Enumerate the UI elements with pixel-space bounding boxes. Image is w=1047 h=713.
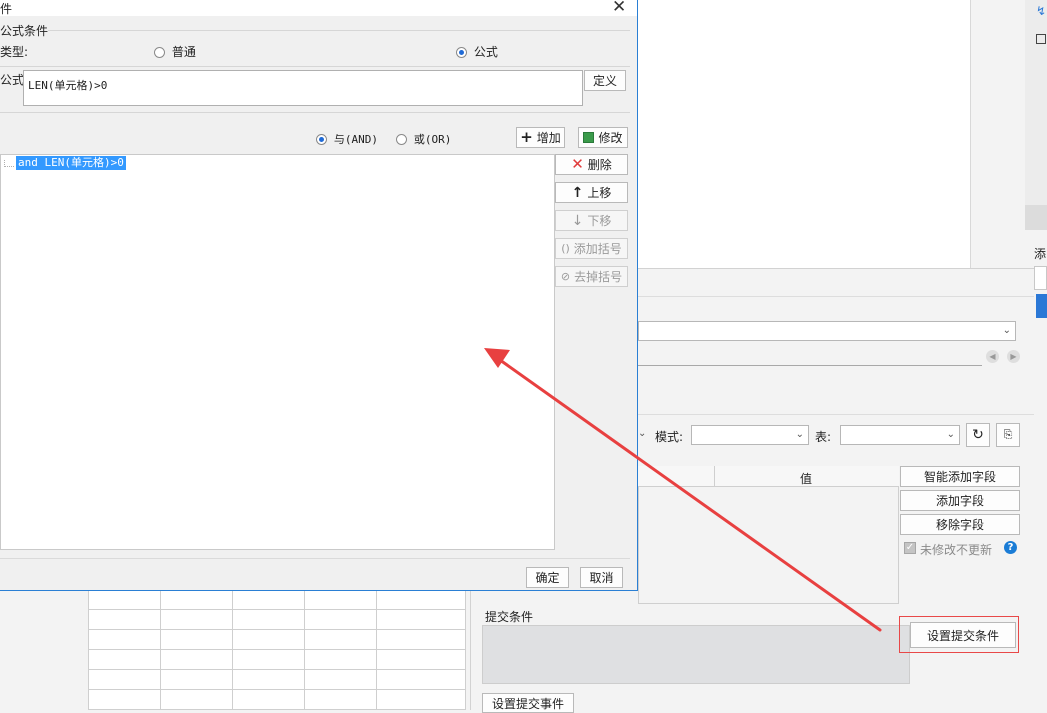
annotation-arrow	[484, 348, 882, 632]
